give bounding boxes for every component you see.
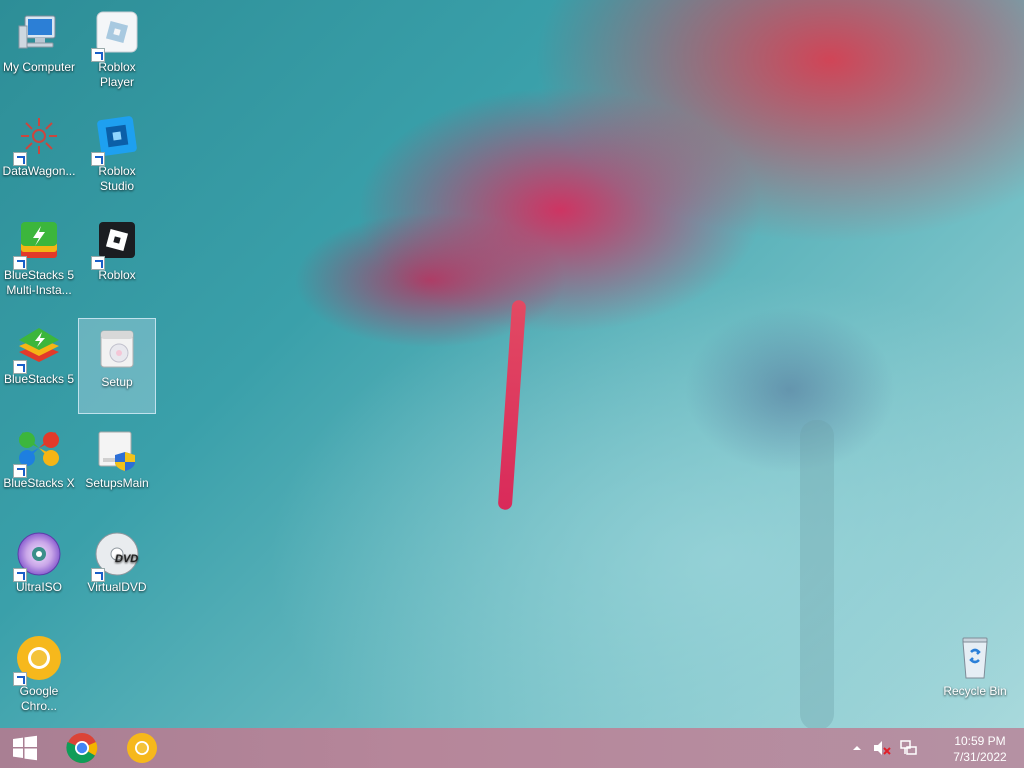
show-hidden-icons-button[interactable]: [848, 728, 866, 768]
network-icon: [900, 740, 917, 755]
shortcut-arrow-icon: [13, 256, 27, 270]
taskbar-chrome-canary-button[interactable]: [118, 728, 166, 768]
volume-button[interactable]: [870, 728, 894, 768]
desktop-icon-my-computer[interactable]: My Computer: [0, 4, 78, 100]
roblox-studio-icon: [91, 114, 141, 166]
setupsmain-icon: [93, 426, 141, 474]
network-button[interactable]: [896, 728, 920, 768]
desktop-icon-bluestacks-multi-instance[interactable]: BlueStacks 5 Multi-Insta...: [0, 212, 78, 308]
desktop-wallpaper: My Computer Roblox Player DataWagon... R…: [0, 0, 1024, 728]
desktop-icon-roblox-studio[interactable]: Roblox Studio: [78, 108, 156, 204]
roblox-icon: [91, 218, 141, 270]
shortcut-arrow-icon: [13, 568, 27, 582]
desktop-icon-setup[interactable]: Setup: [78, 318, 156, 414]
speaker-muted-icon: [874, 741, 891, 755]
start-button[interactable]: [0, 728, 50, 768]
bluestacks-x-icon: [13, 426, 63, 478]
shortcut-arrow-icon: [91, 48, 105, 62]
shortcut-arrow-icon: [13, 360, 27, 374]
shortcut-arrow-icon: [91, 568, 105, 582]
chrome-icon: [66, 733, 98, 764]
setup-icon: [93, 325, 141, 373]
desktop-icon-setupsmain[interactable]: SetupsMain: [78, 420, 156, 516]
desktop-icon-virtualdvd[interactable]: DVD VirtualDVD: [78, 524, 156, 620]
svg-text:DVD: DVD: [115, 553, 138, 565]
desktop-icon-google-chrome[interactable]: Google Chro...: [0, 628, 78, 724]
flower-stem-shadow-decoration: [800, 420, 834, 728]
bluestacks-icon: [13, 322, 63, 374]
ultraiso-icon: [13, 530, 63, 582]
desktop-icon-datawagon[interactable]: DataWagon...: [0, 108, 78, 204]
virtualdvd-icon: DVD: [91, 530, 141, 582]
computer-icon: [15, 10, 63, 58]
chrome-canary-icon: [127, 733, 157, 763]
desktop-icon-ultraiso[interactable]: UltraISO: [0, 524, 78, 620]
chevron-up-icon: [853, 746, 861, 750]
google-chrome-canary-icon: [13, 634, 63, 686]
shortcut-arrow-icon: [13, 464, 27, 478]
clock-time[interactable]: 10:59 PM: [938, 734, 1022, 749]
clock-date[interactable]: 7/31/2022: [938, 750, 1022, 765]
desktop-icon-bluestacks-x[interactable]: BlueStacks X: [0, 420, 78, 516]
roblox-player-icon: [91, 10, 141, 62]
desktop-icon-roblox-player[interactable]: Roblox Player: [78, 4, 156, 100]
datawagon-icon: [13, 114, 63, 166]
taskbar: 10:59 PM 7/31/2022: [0, 728, 1024, 768]
taskbar-chrome-button[interactable]: [58, 728, 106, 768]
shortcut-arrow-icon: [13, 672, 27, 686]
recycle-bin-icon: [951, 634, 999, 682]
bluestacks-multi-icon: [13, 218, 63, 270]
desktop-icon-bluestacks-5[interactable]: BlueStacks 5: [0, 316, 78, 412]
shortcut-arrow-icon: [91, 256, 105, 270]
windows-start-icon: [13, 735, 37, 761]
shortcut-arrow-icon: [13, 152, 27, 166]
desktop-icon-recycle-bin[interactable]: Recycle Bin: [936, 628, 1014, 724]
desktop-icon-roblox[interactable]: Roblox: [78, 212, 156, 308]
shortcut-arrow-icon: [91, 152, 105, 166]
flower-stem-decoration: [497, 299, 527, 511]
